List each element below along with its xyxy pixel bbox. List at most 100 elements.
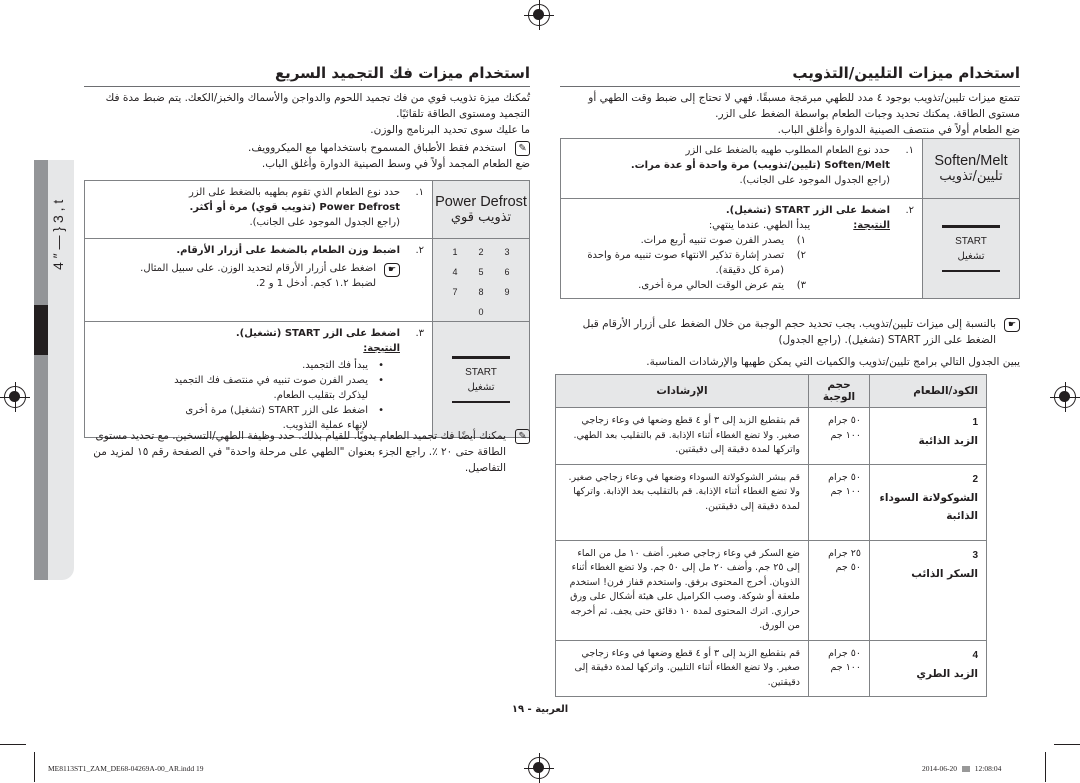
step-line: اضغط على الزر START (تشغيل). — [235, 328, 400, 339]
instructions-cell: قم بتقطيع الزبد إلى ٣ أو ٤ قطع وضعها في … — [555, 639, 809, 697]
intro-line: ضع الطعام المجمد أولاً في وسط الصينية ال… — [261, 158, 530, 170]
note-line: الضغط على الزر START (تشغيل). (راجع الجد… — [778, 334, 996, 346]
keypad-key[interactable]: 9 — [494, 285, 520, 300]
registration-mark-icon — [1050, 382, 1080, 412]
slug-date: 2014-06-20 — [922, 764, 957, 773]
button-label-en: START — [955, 235, 987, 247]
result-item: يبدأ فك التجميد. — [168, 358, 384, 373]
intro-line: تُمكنك ميزة تذويب قوي من فك تجميد اللحوم… — [105, 92, 530, 104]
note-line: بالنسبة إلى ميزات تليين/تذويب. يجب تحديد… — [582, 318, 996, 330]
food-cell: 3 السكر الذائب — [869, 539, 987, 641]
page-number: العربية - ١٩ — [511, 704, 569, 715]
section-title-power-defrost: استخدام ميزات فك التجميد السريع — [274, 64, 530, 82]
calendar-icon — [961, 766, 970, 773]
result-item: يصدر الفرن صوت تنبيه في منتصف فك التجميد… — [168, 373, 384, 403]
step-row: ٢. اضبط وزن الطعام بالضغط على أزرار الأر… — [84, 238, 530, 322]
note-line: التفاصيل. — [464, 462, 506, 474]
side-tab — [34, 160, 48, 580]
table-row: 4 الزبد الطري ٥٠ جرام ١٠٠ جم قم بتقطيع الز… — [555, 639, 987, 697]
intro-line: ضع الطعام أولاً في منتصف الصينية الدوارة… — [777, 124, 1020, 136]
step-line: Power Defrost (تذويب قوي) مرة أو أكثر. — [189, 202, 400, 213]
intro-line: التجميد ومستوى الطاقة تلقائيًا. — [396, 108, 530, 120]
step-line: (راجع الجدول الموجود على الجانب). — [249, 217, 400, 228]
button-label-ar: تشغيل — [467, 381, 495, 393]
registration-mark-icon — [524, 753, 554, 783]
section-title-soften-melt: استخدام ميزات التليين/التذويب — [792, 64, 1020, 82]
start-button[interactable]: START تشغيل — [922, 198, 1020, 299]
keypad-key[interactable]: 1 — [442, 245, 468, 260]
divider — [452, 400, 510, 403]
slug-timestamp: 2014-06-20 12:08:04 — [922, 764, 1001, 773]
keypad-key[interactable]: 5 — [468, 265, 494, 280]
note-line: يمكنك أيضًا فك تجميد الطعام يدويًا. للقي… — [95, 430, 506, 442]
note-text: استخدم فقط الأطباق المسموح باستخدامها مع… — [248, 142, 506, 154]
size-cell: ٥٠ جرام ١٠٠ جم — [808, 463, 870, 541]
food-cell: 1 الزبد الذائبة — [869, 407, 987, 465]
column-header: الكود/الطعام — [869, 374, 987, 408]
step-text: ٢. اضغط على الزر START (تشغيل). النتيجة:… — [560, 198, 923, 299]
step-text: ١. حدد نوع الطعام المطلوب طهيه بالضغط عل… — [560, 138, 923, 199]
intro-line: مستوى الطاقة. يمكنك تحديد وجبات الطعام ب… — [715, 108, 1020, 120]
step-number: ١. — [415, 187, 424, 198]
crop-mark — [34, 752, 35, 782]
slug-filename: ME8113ST1_ZAM_DE68-04269A-00_AR.indd 19 — [48, 764, 204, 773]
power-defrost-button[interactable]: Power Defrost تذويب قوي — [432, 180, 530, 239]
side-tab-label: 4 ″ — } 3 , t — [50, 199, 66, 270]
keypad-key[interactable]: 2 — [468, 245, 494, 260]
note-number-buttons: ☛ بالنسبة إلى ميزات تليين/تذويب. يجب تحد… — [556, 316, 1020, 348]
result-item: ٣) يتم عرض الوقت الحالي مرة أخرى. — [638, 280, 806, 291]
step-line: اضغط على الزر START (تشغيل). — [725, 205, 890, 216]
crop-mark — [1054, 744, 1080, 745]
hand-pointer-icon: ☛ — [384, 263, 400, 277]
table-intro: يبين الجدول التالي برامج تليين/تذويب وال… — [646, 356, 1020, 368]
intro-power-defrost: تُمكنك ميزة تذويب قوي من فك تجميد اللحوم… — [80, 90, 530, 172]
soften-melt-button[interactable]: Soften/Melt تليين/تذويب — [922, 138, 1020, 199]
food-cell: 4 الزبد الطري — [869, 639, 987, 697]
table-row: 3 السكر الذائب ٢٥ جرام ٥٠ جم ضع السكر في و… — [555, 539, 987, 641]
slug-time: 12:08:04 — [974, 764, 1002, 773]
side-tab-marker — [34, 305, 48, 355]
button-label-en: Power Defrost — [435, 194, 527, 210]
instructions-cell: قم ببشر الشوكولاتة السوداء وضعها في وعاء… — [555, 463, 809, 541]
button-label-ar: تذويب قوي — [450, 210, 512, 225]
step-text: ٢. اضبط وزن الطعام بالضغط على أزرار الأر… — [84, 238, 433, 322]
button-label-en: START — [465, 366, 497, 378]
keypad-key[interactable]: 8 — [468, 285, 494, 300]
keypad-key[interactable]: 4 — [442, 265, 468, 280]
note-icon: ✎ — [515, 141, 530, 156]
divider — [560, 86, 1020, 87]
column-header: الإرشادات — [555, 374, 809, 408]
keypad-key[interactable]: 7 — [442, 285, 468, 300]
step-number: ٢. — [905, 205, 914, 216]
divider — [84, 86, 530, 87]
food-cell: 2 الشوكولاتة السوداء الذائبة — [869, 463, 987, 541]
step-text: ١. حدد نوع الطعام الذي تقوم بطهيه بالضغط… — [84, 180, 433, 239]
tip-line: لضبط ١.٢ كجم. أدخل 1 و 2. — [255, 278, 376, 289]
step-line: (راجع الجدول الموجود على الجانب). — [739, 175, 890, 186]
hand-pointer-icon: ☛ — [1004, 318, 1020, 332]
note-line: الطاقة حتى ٢٠ ٪. راجع الجزء بعنوان "الطه… — [93, 446, 506, 458]
result-text: يبدأ الطهي. عندما ينتهي: — [708, 220, 811, 231]
divider — [452, 356, 510, 359]
keypad-key[interactable]: 3 — [494, 245, 520, 260]
result-item: ١) يصدر الفرن صوت تنبيه أربع مرات. — [640, 235, 806, 246]
intro-soften-melt: تتمتع ميزات تليين/تذويب بوجود ٤ مدد للطه… — [556, 90, 1020, 138]
step-number: ٢. — [415, 245, 424, 256]
keypad-key[interactable]: 0 — [468, 305, 494, 320]
step-line: Soften/Melt (تليين/تذويب) مرة واحدة أو ع… — [630, 160, 890, 171]
step-line: حدد نوع الطعام الذي تقوم بطهيه بالضغط عل… — [188, 187, 400, 198]
manual-defrost-note: ✎ يمكنك أيضًا فك تجميد الطعام يدويًا. لل… — [80, 428, 530, 476]
start-button[interactable]: START تشغيل — [432, 321, 530, 438]
registration-mark-icon — [0, 382, 30, 412]
crop-mark — [0, 744, 26, 745]
size-cell: ٥٠ جرام ١٠٠ جم — [808, 639, 870, 697]
column-header: حجم الوجبة — [808, 374, 870, 408]
step-number: ٣. — [415, 328, 424, 339]
number-keypad: 1 2 3 4 5 6 7 8 9 0 — [432, 238, 530, 322]
keypad-key[interactable]: 6 — [494, 265, 520, 280]
step-row: ١. حدد نوع الطعام المطلوب طهيه بالضغط عل… — [560, 138, 1020, 199]
button-label-ar: تشغيل — [957, 250, 985, 262]
size-cell: ٥٠ جرام ١٠٠ جم — [808, 407, 870, 465]
soften-melt-steps-table: ١. حدد نوع الطعام المطلوب طهيه بالضغط عل… — [560, 138, 1020, 299]
step-row: ١. حدد نوع الطعام الذي تقوم بطهيه بالضغط… — [84, 180, 530, 239]
